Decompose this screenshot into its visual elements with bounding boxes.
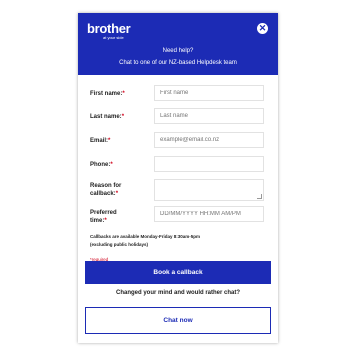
preferred-time-label: Preferred time:* <box>90 210 117 224</box>
preferred-time-field[interactable] <box>154 206 264 222</box>
logo-word: brother <box>87 21 131 36</box>
availability-note: Callbacks are available Monday-Friday 8:… <box>90 234 201 247</box>
last-name-label: Last name:* <box>90 114 125 120</box>
close-icon[interactable]: ✕ <box>257 23 268 34</box>
callback-panel: brother at your side ✕ Need help? Chat t… <box>78 13 278 343</box>
email-label: Email:* <box>90 138 111 144</box>
help-title: Need help? <box>162 48 194 54</box>
panel-header: brother at your side ✕ Need help? Chat t… <box>78 13 278 75</box>
reason-label: Reason for callback:* <box>90 183 122 197</box>
phone-label: Phone:* <box>90 162 113 168</box>
help-subtitle: Chat to one of our NZ-based Helpdesk tea… <box>119 60 237 66</box>
changed-mind-text: Changed your mind and would rather chat? <box>115 290 240 296</box>
first-name-field[interactable] <box>154 85 264 101</box>
last-name-field[interactable] <box>154 108 264 124</box>
resize-handle-icon[interactable] <box>257 194 262 199</box>
phone-field[interactable] <box>154 156 264 172</box>
first-name-label: First name:* <box>90 91 125 97</box>
brother-logo: brother at your side <box>87 21 131 40</box>
chat-now-button[interactable]: Chat now <box>85 307 271 334</box>
email-field[interactable] <box>154 132 264 148</box>
book-callback-button[interactable]: Book a callback <box>85 261 271 284</box>
reason-textarea[interactable] <box>154 179 264 201</box>
